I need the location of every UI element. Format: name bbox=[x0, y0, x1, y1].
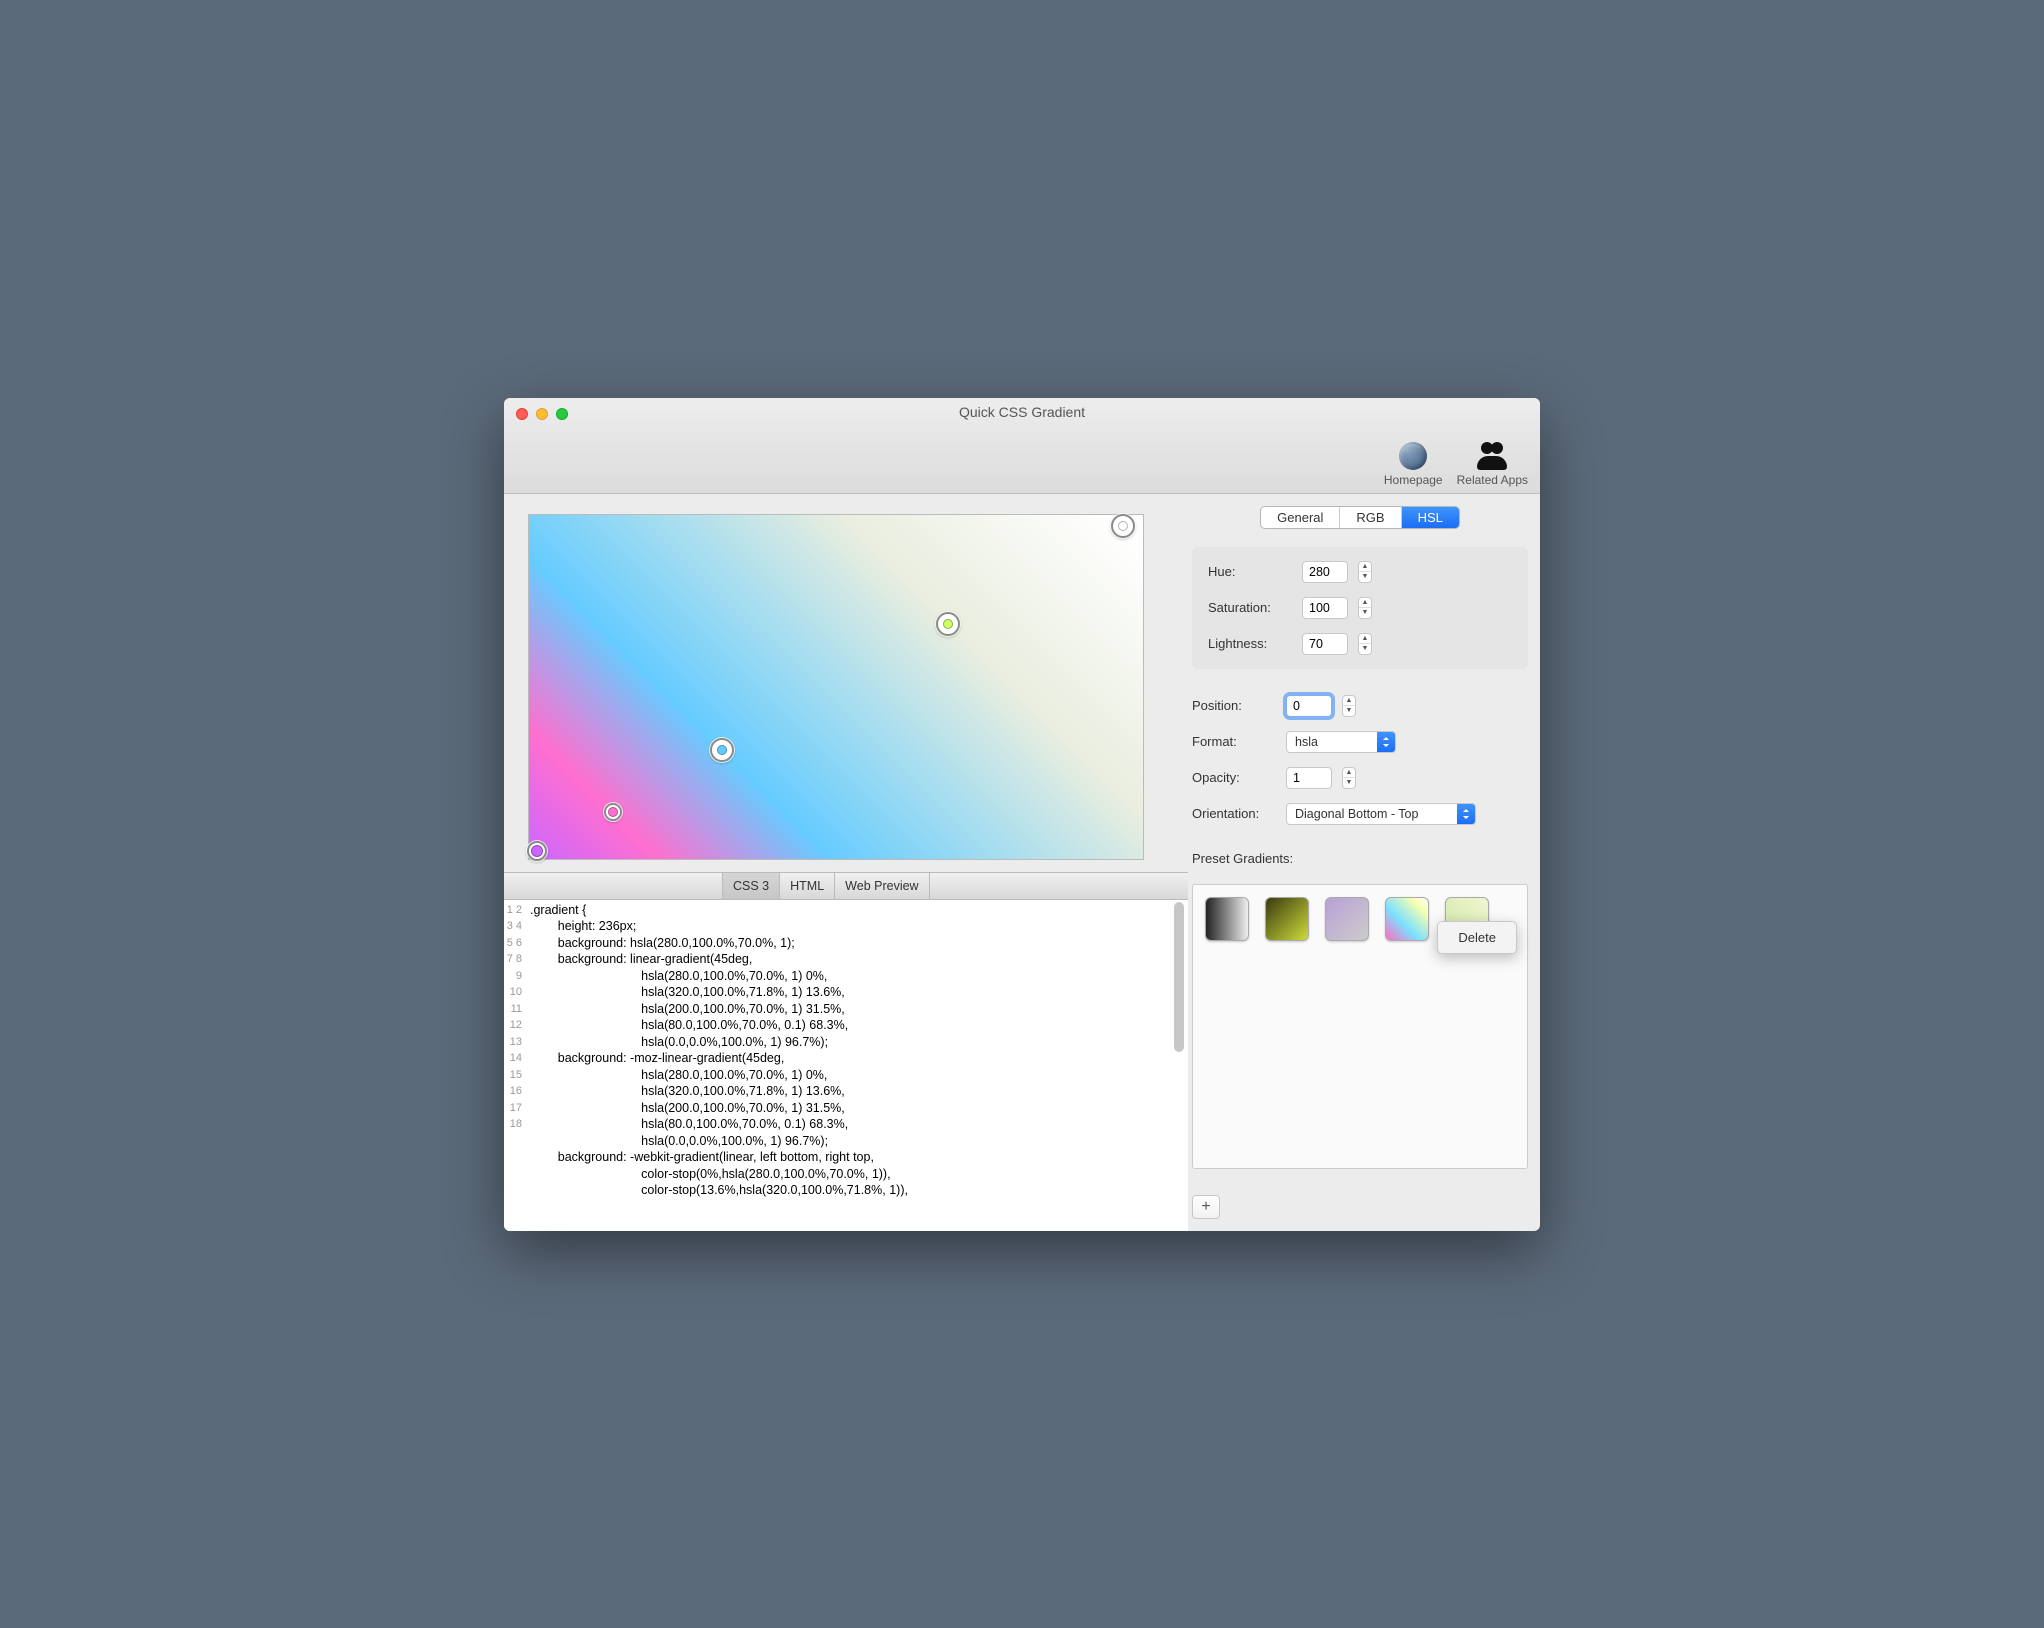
format-select[interactable]: hsla bbox=[1286, 731, 1396, 753]
homepage-label: Homepage bbox=[1384, 473, 1443, 487]
tab-web-preview[interactable]: Web Preview bbox=[834, 873, 929, 899]
gradient-stop-handle[interactable] bbox=[936, 612, 960, 636]
lightness-label: Lightness: bbox=[1208, 636, 1290, 651]
format-label: Format: bbox=[1192, 734, 1274, 749]
hue-input[interactable] bbox=[1302, 561, 1348, 583]
color-mode-segmented: General RGB HSL bbox=[1260, 506, 1460, 529]
position-input[interactable] bbox=[1286, 695, 1332, 717]
hsl-panel: Hue: ▲▼ Saturation: ▲▼ Lightness: ▲▼ bbox=[1192, 547, 1528, 669]
position-label: Position: bbox=[1192, 698, 1274, 713]
tab-html[interactable]: HTML bbox=[779, 873, 834, 899]
saturation-input[interactable] bbox=[1302, 597, 1348, 619]
app-window: Quick CSS Gradient Homepage Related Apps bbox=[504, 398, 1540, 1231]
saturation-label: Saturation: bbox=[1208, 600, 1290, 615]
related-apps-label: Related Apps bbox=[1457, 473, 1528, 487]
opacity-input[interactable] bbox=[1286, 767, 1332, 789]
context-menu: Delete bbox=[1437, 921, 1517, 954]
gradient-stop-handle[interactable] bbox=[527, 841, 547, 861]
plus-icon: + bbox=[1201, 1198, 1210, 1216]
preset-swatch[interactable] bbox=[1385, 897, 1429, 941]
orientation-label: Orientation: bbox=[1192, 806, 1274, 821]
homepage-button[interactable]: Homepage bbox=[1384, 439, 1443, 487]
gradient-stop-handle[interactable] bbox=[710, 738, 734, 762]
related-apps-button[interactable]: Related Apps bbox=[1457, 439, 1528, 487]
context-delete[interactable]: Delete bbox=[1438, 926, 1516, 949]
code-editor[interactable]: 1 2 3 4 5 6 7 8 9 10 11 12 13 14 15 16 1… bbox=[504, 900, 1188, 1231]
presets-list[interactable]: Delete bbox=[1192, 884, 1528, 1169]
preset-swatch[interactable] bbox=[1325, 897, 1369, 941]
tab-rgb[interactable]: RGB bbox=[1339, 507, 1400, 528]
saturation-stepper[interactable]: ▲▼ bbox=[1358, 597, 1372, 619]
opacity-stepper[interactable]: ▲▼ bbox=[1342, 767, 1356, 789]
add-preset-button[interactable]: + bbox=[1192, 1195, 1220, 1219]
code-content[interactable]: .gradient { height: 236px; background: h… bbox=[526, 900, 1188, 1231]
zoom-icon[interactable] bbox=[556, 408, 568, 420]
preset-swatch[interactable] bbox=[1265, 897, 1309, 941]
gradient-stop-handle[interactable] bbox=[1111, 514, 1135, 538]
users-icon bbox=[1475, 442, 1509, 470]
line-gutter: 1 2 3 4 5 6 7 8 9 10 11 12 13 14 15 16 1… bbox=[504, 900, 526, 1231]
hue-stepper[interactable]: ▲▼ bbox=[1358, 561, 1372, 583]
window-controls bbox=[516, 408, 568, 420]
lightness-input[interactable] bbox=[1302, 633, 1348, 655]
presets-label: Preset Gradients: bbox=[1192, 851, 1528, 866]
minimize-icon[interactable] bbox=[536, 408, 548, 420]
scrollbar[interactable] bbox=[1172, 902, 1186, 1229]
chevron-updown-icon bbox=[1457, 804, 1475, 824]
window-title: Quick CSS Gradient bbox=[504, 398, 1540, 420]
opacity-label: Opacity: bbox=[1192, 770, 1274, 785]
position-stepper[interactable]: ▲▼ bbox=[1342, 695, 1356, 717]
tab-hsl[interactable]: HSL bbox=[1401, 507, 1459, 528]
gradient-stop-handle[interactable] bbox=[604, 803, 622, 821]
lightness-stepper[interactable]: ▲▼ bbox=[1358, 633, 1372, 655]
stop-properties: Position: ▲▼ Format: hsla Opacity: bbox=[1192, 687, 1528, 833]
gradient-axis-line bbox=[529, 515, 829, 665]
close-icon[interactable] bbox=[516, 408, 528, 420]
titlebar: Quick CSS Gradient Homepage Related Apps bbox=[504, 398, 1540, 494]
gradient-preview[interactable] bbox=[528, 514, 1144, 860]
chevron-updown-icon bbox=[1377, 732, 1395, 752]
orientation-select[interactable]: Diagonal Bottom - Top bbox=[1286, 803, 1476, 825]
hue-label: Hue: bbox=[1208, 564, 1290, 579]
tab-css3[interactable]: CSS 3 bbox=[722, 873, 779, 899]
preset-swatch[interactable] bbox=[1205, 897, 1249, 941]
globe-icon bbox=[1399, 442, 1427, 470]
code-tabs: CSS 3 HTML Web Preview bbox=[504, 872, 1188, 900]
tab-general[interactable]: General bbox=[1261, 507, 1339, 528]
